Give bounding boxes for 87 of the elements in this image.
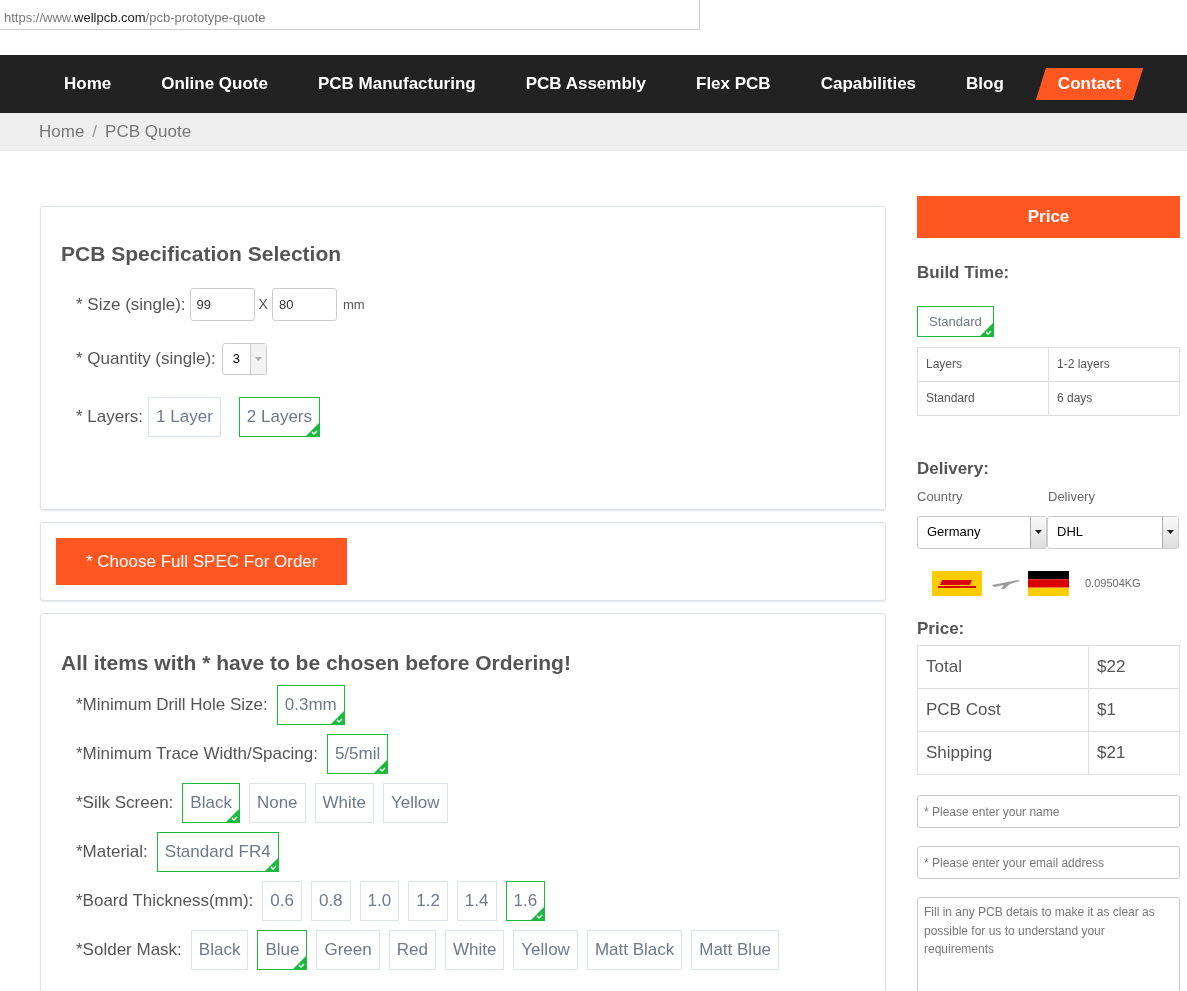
unit-text: mm: [342, 295, 365, 314]
country-select[interactable]: Germany: [917, 515, 1047, 549]
option-button[interactable]: 0.8: [310, 881, 351, 922]
section-title: Build Time:: [917, 262, 1011, 284]
section-title: Price:: [917, 617, 966, 640]
separator-text: X: [258, 295, 268, 315]
field-label: * Quantity (single):: [76, 348, 216, 371]
nav-link[interactable]: Flex PCB: [678, 68, 789, 100]
breadcrumb-link[interactable]: Home: [39, 119, 85, 145]
option-button[interactable]: 1.4: [456, 881, 497, 922]
check-icon: [293, 956, 307, 970]
option-button[interactable]: Black: [182, 783, 240, 824]
option-button[interactable]: 1.2: [408, 881, 448, 922]
field-label: *Material:: [76, 841, 148, 864]
option-button[interactable]: 0.6: [262, 881, 302, 922]
check-icon: [979, 322, 993, 336]
table-cell: 1-2 layers: [1048, 347, 1180, 381]
name-field[interactable]: * Please enter your name: [917, 795, 1180, 828]
nav-link[interactable]: Capabilities: [802, 68, 935, 100]
table-cell: Total: [917, 645, 1089, 689]
option-button[interactable]: Standard FR4: [156, 832, 279, 873]
caret-icon: [1167, 530, 1174, 534]
field-label: *Silk Screen:: [76, 792, 174, 815]
breadcrumb-link[interactable]: PCB Quote: [105, 119, 192, 145]
option-button[interactable]: Matt Black: [586, 930, 683, 971]
card-title: All items with * have to be chosen before Ordering!: [61, 650, 572, 676]
email-field[interactable]: * Please enter your email address: [917, 846, 1180, 879]
option-button[interactable]: 2 Layers: [238, 397, 320, 438]
table-cell: Layers: [917, 347, 1049, 381]
field-label: * Layers:: [76, 406, 144, 429]
details-field[interactable]: Fill in any PCB detais to make it as clear as possible for us to understand your requirements: [917, 897, 1180, 991]
option-button[interactable]: White: [314, 783, 374, 824]
check-icon: [264, 858, 278, 872]
quantity-select[interactable]: 3: [221, 343, 268, 376]
table-cell: $21: [1088, 731, 1180, 775]
field-label: *Minimum Trace Width/Spacing:: [76, 743, 318, 766]
field-label: *Solder Mask:: [76, 939, 182, 962]
table-cell: $22: [1088, 645, 1180, 689]
option-button[interactable]: Yellow: [383, 783, 448, 824]
field-label: *Minimum Drill Hole Size:: [76, 694, 268, 717]
check-icon: [374, 760, 388, 774]
price-header: Price: [917, 196, 1180, 238]
option-button[interactable]: 1 Layer: [148, 397, 221, 438]
nav-link[interactable]: PCB Assembly: [507, 68, 664, 100]
check-icon: [330, 711, 344, 725]
check-icon: [531, 907, 545, 921]
option-button[interactable]: Black: [190, 930, 249, 971]
table-cell: PCB Cost: [917, 688, 1089, 732]
section-title: Delivery:: [917, 457, 990, 480]
option-button[interactable]: 5/5mil: [326, 734, 389, 775]
option-button[interactable]: Standard: [917, 305, 994, 337]
option-button[interactable]: 1.0: [359, 881, 400, 922]
nav-link[interactable]: Online Quote: [143, 68, 286, 100]
caret-icon: [255, 357, 263, 362]
field-label: * Size (single):: [76, 293, 186, 316]
field-label: Delivery: [1048, 488, 1095, 506]
option-button[interactable]: Matt Blue: [691, 930, 780, 971]
option-button[interactable]: None: [248, 783, 306, 824]
caret-icon: [1035, 530, 1042, 534]
nav-link[interactable]: Home: [46, 68, 130, 100]
height-field[interactable]: 80: [271, 288, 337, 322]
choose-spec-button[interactable]: * Choose Full SPEC For Order: [56, 538, 348, 585]
field-label: *Board Thickness(mm):: [76, 890, 254, 913]
address-bar[interactable]: https://www.wellpcb.com/pcb-prototype-quote: [0, 0, 700, 30]
flag-icon: [1028, 570, 1069, 596]
check-icon: [306, 423, 319, 437]
table-cell: 6 days: [1048, 381, 1180, 415]
breadcrumb-separator: /: [92, 121, 98, 144]
table-cell: Standard: [917, 381, 1049, 415]
width-field[interactable]: 99: [189, 288, 255, 322]
delivery-select[interactable]: DHL: [1047, 515, 1179, 549]
field-label: Country: [917, 488, 964, 506]
check-icon: [225, 809, 239, 823]
nav-link[interactable]: Blog: [948, 68, 1022, 100]
option-button[interactable]: Green: [316, 930, 380, 971]
option-button[interactable]: Red: [388, 930, 436, 971]
card-title: PCB Specification Selection: [61, 241, 343, 267]
option-button[interactable]: Blue: [257, 930, 308, 971]
option-button[interactable]: 0.3mm: [276, 685, 345, 726]
option-button[interactable]: 1.6: [505, 881, 546, 922]
option-button[interactable]: Yellow: [513, 930, 578, 971]
table-cell: Shipping: [917, 731, 1089, 775]
weight-text: 0.09504KG: [1085, 575, 1141, 591]
option-button[interactable]: White: [444, 930, 505, 971]
courier-logo-icon: [932, 570, 982, 596]
nav-link[interactable]: PCB Manufacturing: [299, 68, 494, 100]
table-cell: $1: [1088, 688, 1180, 732]
